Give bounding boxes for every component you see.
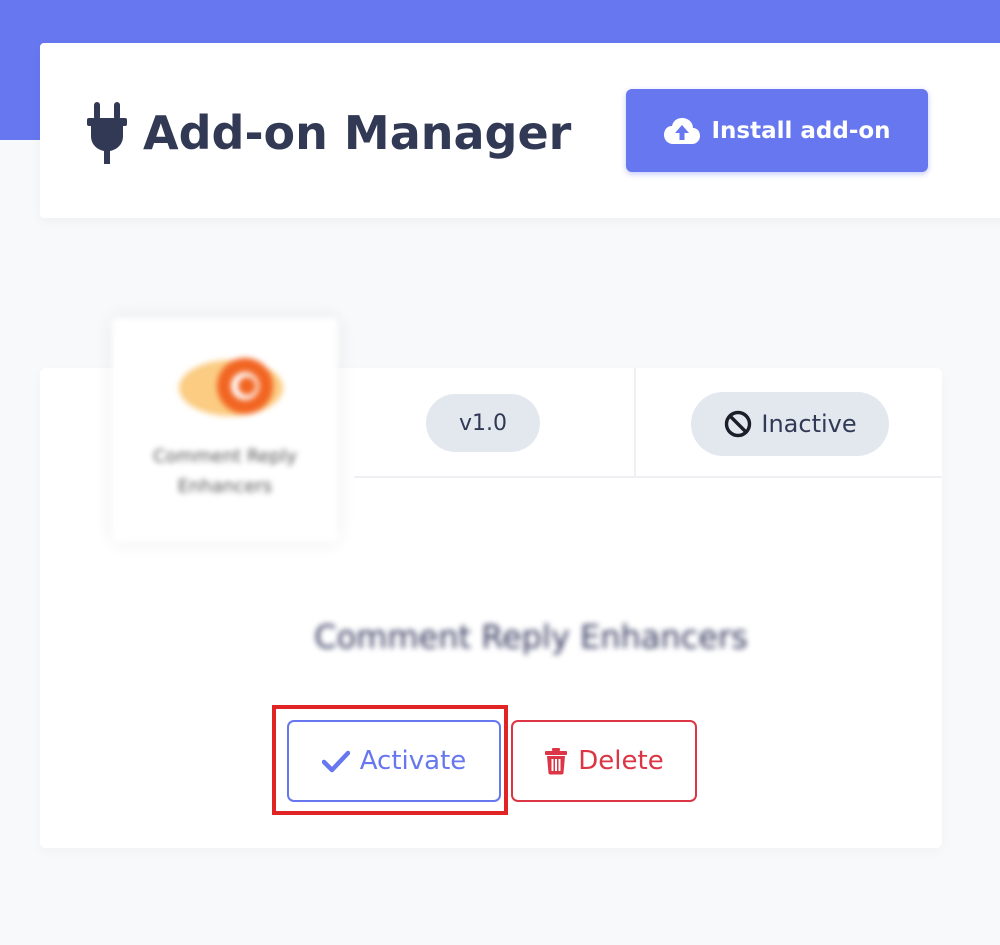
addon-logo-icon [165, 344, 285, 434]
install-addon-label: Install add-on [711, 117, 891, 144]
addon-meta-row: v1.0 Inactive [354, 368, 942, 478]
page-title: Add-on Manager [143, 106, 572, 160]
page-header: Add-on Manager Install add-on [40, 43, 1000, 218]
addon-thumbnail-caption: Comment Reply Enhancers [153, 446, 297, 497]
column-divider [634, 368, 636, 478]
plug-icon [85, 100, 129, 166]
trash-icon [544, 747, 568, 775]
version-badge: v1.0 [426, 394, 540, 452]
check-icon [321, 749, 350, 773]
addon-name: Comment Reply Enhancers [314, 618, 748, 656]
status-label: Inactive [761, 410, 857, 438]
status-badge: Inactive [691, 392, 889, 456]
install-addon-button[interactable]: Install add-on [626, 89, 928, 172]
delete-label: Delete [578, 746, 664, 776]
cloud-upload-icon [663, 116, 701, 146]
delete-button[interactable]: Delete [511, 720, 697, 802]
activate-label: Activate [359, 746, 467, 776]
page-title-group: Add-on Manager [85, 93, 571, 173]
activate-button[interactable]: Activate [287, 720, 501, 802]
ban-icon [723, 409, 753, 439]
addon-thumbnail: Comment Reply Enhancers [112, 318, 338, 542]
addon-actions: Activate Delete [272, 705, 707, 815]
